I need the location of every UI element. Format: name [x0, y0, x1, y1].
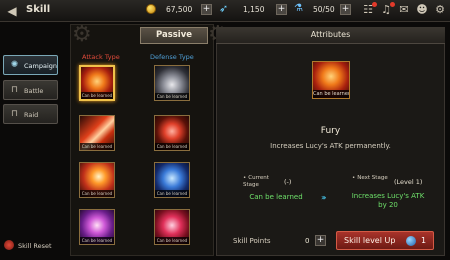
skill-caption: Can be learned	[155, 190, 189, 197]
current-effect: Can be learned	[249, 193, 303, 201]
skill-caption: Can be learned	[80, 143, 114, 150]
friends-icon[interactable]: ☻	[415, 3, 429, 17]
stamina-amount: 50/50	[313, 5, 335, 14]
lock-icon: ⊓	[10, 109, 19, 119]
skill-defense-3[interactable]: Can be learned	[154, 162, 190, 198]
current-stage-label: • Current Stage	[243, 175, 269, 188]
quest-notification-dot	[372, 2, 377, 7]
nav-battle[interactable]: ⊓ Battle	[3, 80, 58, 100]
feather-icon: ➶	[219, 2, 229, 15]
add-feather-button[interactable]: +	[276, 4, 287, 15]
current-stage-value: (-)	[284, 178, 292, 186]
skill-reset-label: Skill Reset	[18, 242, 52, 250]
skill-caption: Can be learned	[155, 237, 189, 244]
skill-defense-4[interactable]: Can be learned	[154, 209, 190, 245]
add-skill-points-button[interactable]: +	[315, 235, 326, 246]
selected-skill-caption: Can be learned	[313, 90, 350, 98]
next-stage-value: (Level 1)	[394, 178, 423, 186]
level-up-label: Skill level Up	[344, 236, 396, 245]
next-effect: Increases Lucy's ATK by 20	[336, 192, 440, 210]
level-up-cost: 1	[421, 236, 427, 245]
attack-type-header: Attack Type	[82, 53, 120, 61]
bell-notification-dot	[390, 2, 395, 7]
back-arrow-icon[interactable]: ◀	[4, 3, 20, 19]
arrows-icon: ›››	[321, 193, 326, 202]
nav-campaign-label: Campaign	[24, 62, 58, 70]
defense-type-header: Defense Type	[150, 53, 194, 61]
skill-attack-4[interactable]: Can be learned	[79, 209, 115, 245]
skill-attack-2[interactable]: Can be learned	[79, 115, 115, 151]
gear-decoration: ⚙	[72, 22, 92, 47]
skill-name: Fury	[320, 126, 341, 136]
tab-passive[interactable]: Passive	[140, 27, 208, 44]
next-stage-label: • Next Stage	[352, 175, 388, 181]
next-effect-line1: Increases Lucy's ATK	[351, 192, 425, 200]
gold-coin-icon	[146, 4, 156, 14]
nav-campaign[interactable]: ✺ Campaign	[3, 55, 58, 75]
attributes-header: Attributes	[216, 27, 445, 44]
skill-points-value: 0	[305, 237, 310, 245]
current-stage-label-text: Current Stage	[243, 175, 269, 188]
skill-defense-1[interactable]: Can be learned	[154, 65, 190, 101]
nav-raid-label: Raid	[24, 111, 39, 119]
selected-skill-icon: Can be learned	[312, 61, 350, 99]
skill-attack-3[interactable]: Can be learned	[79, 162, 115, 198]
reset-icon	[4, 240, 14, 250]
skill-caption: Can be learned	[80, 237, 114, 244]
add-stamina-button[interactable]: +	[340, 4, 351, 15]
lock-icon: ⊓	[10, 85, 19, 95]
skill-caption: Can be learned	[155, 143, 189, 150]
blue-gem-icon	[406, 236, 416, 246]
add-gold-button[interactable]: +	[201, 4, 212, 15]
skill-caption: Can be learned	[155, 93, 189, 100]
next-stage-label-text: Next Stage	[357, 175, 388, 181]
skill-description: Increases Lucy's ATK permanently.	[270, 142, 391, 150]
campaign-icon: ✺	[10, 60, 19, 70]
page-title: Skill	[26, 4, 51, 15]
settings-gear-icon[interactable]: ⚙	[433, 3, 447, 17]
skill-fury[interactable]: Can be learned	[79, 65, 115, 101]
feather-amount: 1,150	[243, 5, 265, 14]
mail-icon[interactable]: ✉	[397, 3, 411, 17]
stamina-potion-icon: ⚗	[294, 3, 303, 14]
gold-amount: 67,500	[166, 5, 193, 14]
next-effect-line2: by 20	[378, 201, 398, 209]
skill-level-up-button[interactable]: Skill level Up 1	[336, 231, 434, 250]
nav-battle-label: Battle	[24, 87, 44, 95]
skill-points-label: Skill Points	[233, 237, 271, 245]
nav-raid[interactable]: ⊓ Raid	[3, 104, 58, 124]
skill-defense-2[interactable]: Can be learned	[154, 115, 190, 151]
skill-caption: Can be learned	[81, 92, 113, 99]
skill-caption: Can be learned	[80, 190, 114, 197]
